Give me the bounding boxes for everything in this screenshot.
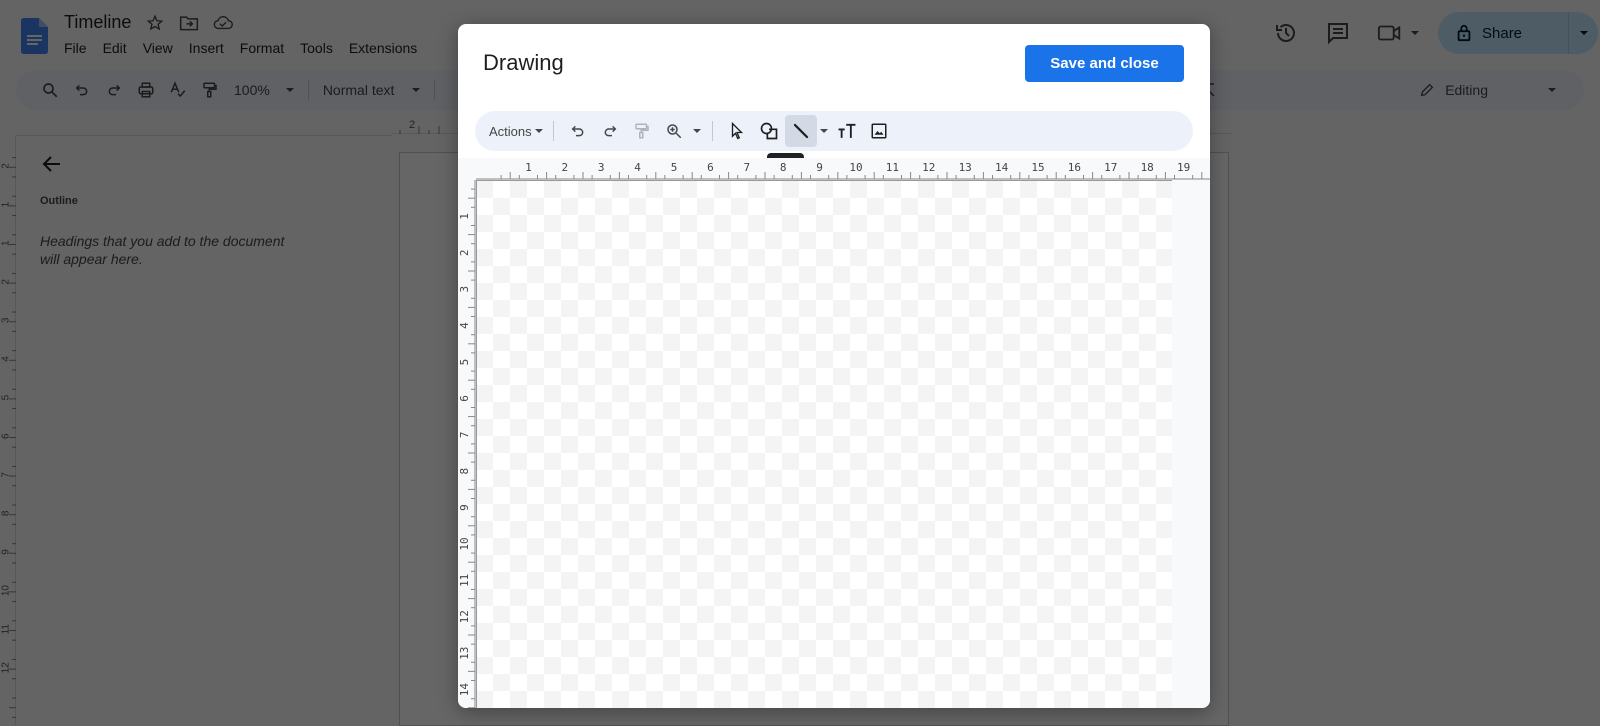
zoom-icon[interactable] bbox=[658, 115, 690, 147]
ruler-label: 6 bbox=[707, 161, 714, 174]
ruler-label: 7 bbox=[458, 431, 471, 438]
ruler-label: 17 bbox=[1104, 161, 1117, 174]
ruler-label: 11 bbox=[886, 161, 899, 174]
paint-format-icon[interactable] bbox=[626, 115, 658, 147]
ruler-label: 13 bbox=[959, 161, 972, 174]
select-cursor-icon[interactable] bbox=[721, 115, 753, 147]
ruler-label: 8 bbox=[780, 161, 787, 174]
ruler-label: 3 bbox=[458, 286, 471, 293]
zoom-dropdown-icon[interactable] bbox=[690, 115, 704, 147]
line-dropdown-icon[interactable] bbox=[817, 115, 831, 147]
actions-dropdown-icon bbox=[534, 129, 543, 133]
ruler-label: 1 bbox=[525, 161, 532, 174]
ruler-label: 3 bbox=[598, 161, 605, 174]
save-and-close-button[interactable]: Save and close bbox=[1025, 45, 1184, 82]
ruler-label: 9 bbox=[458, 504, 471, 511]
redo-icon[interactable] bbox=[594, 115, 626, 147]
ruler-label: 4 bbox=[458, 322, 471, 329]
ruler-label: 18 bbox=[1141, 161, 1154, 174]
ruler-label: 15 bbox=[1031, 161, 1044, 174]
ruler-label: 11 bbox=[458, 574, 471, 587]
drawing-area: 1 2 3 4 5 6 7 8 9 10 11 12 13 14 15 16 17 18 19 1234567891… bbox=[458, 158, 1210, 708]
ruler-label: 2 bbox=[561, 161, 568, 174]
ruler-label: 12 bbox=[922, 161, 935, 174]
drawing-horizontal-ruler[interactable]: 1 2 3 4 5 6 7 8 9 10 11 12 13 14 15 16 17 18 19 bbox=[476, 158, 1210, 180]
ruler-label: 4 bbox=[634, 161, 641, 174]
ruler-label: 5 bbox=[671, 161, 678, 174]
toolbar-divider bbox=[552, 121, 554, 141]
ruler-label: 8 bbox=[458, 468, 471, 475]
drawing-toolbar: Actions bbox=[475, 111, 1193, 151]
ruler-label: 5 bbox=[458, 359, 471, 366]
ruler-label: 13 bbox=[458, 647, 471, 660]
ruler-label: 14 bbox=[995, 161, 1009, 174]
insert-image-icon[interactable] bbox=[863, 115, 895, 147]
ruler-label: 1 bbox=[458, 213, 471, 220]
line-tool-icon[interactable] bbox=[784, 115, 817, 147]
shape-icon[interactable] bbox=[753, 115, 785, 147]
dialog-title: Drawing bbox=[483, 50, 564, 75]
drawing-vertical-ruler[interactable]: 1234567891011121314 bbox=[458, 180, 476, 708]
undo-icon[interactable] bbox=[562, 115, 594, 147]
ruler-label: 7 bbox=[743, 161, 750, 174]
ruler-label: 10 bbox=[458, 537, 471, 550]
ruler-label: 19 bbox=[1177, 161, 1190, 174]
ruler-label: 2 bbox=[458, 249, 471, 256]
actions-menu[interactable]: Actions bbox=[487, 117, 545, 145]
actions-label: Actions bbox=[489, 123, 532, 139]
ruler-label: 10 bbox=[849, 161, 862, 174]
ruler-label: 16 bbox=[1068, 161, 1081, 174]
ruler-label: 6 bbox=[458, 395, 471, 402]
ruler-label: 12 bbox=[458, 610, 471, 623]
ruler-label: 14 bbox=[458, 683, 471, 697]
text-box-icon[interactable] bbox=[831, 115, 863, 147]
drawing-canvas[interactable] bbox=[476, 180, 1172, 708]
ruler-label: 9 bbox=[816, 161, 823, 174]
toolbar-divider bbox=[711, 121, 713, 141]
drawing-dialog: Drawing Save and close Actions Line 1234… bbox=[458, 24, 1210, 708]
